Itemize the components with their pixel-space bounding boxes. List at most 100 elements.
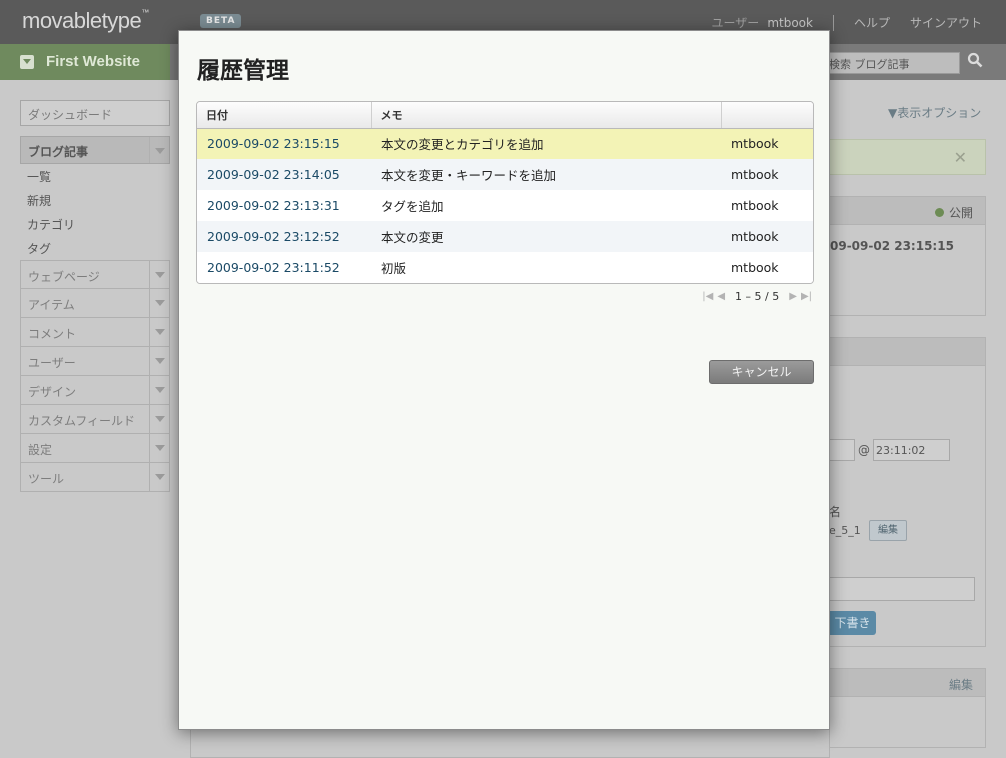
chevron-down-icon[interactable] bbox=[149, 434, 169, 462]
sidebar-item-label: アイテム bbox=[28, 298, 75, 312]
table-row[interactable]: 2009-09-02 23:12:52 本文の変更 mtbook bbox=[197, 221, 813, 252]
publish-panel: 公開 09-09-02 23:15:15 bbox=[829, 196, 986, 316]
column-header-date[interactable]: 日付 bbox=[197, 102, 372, 129]
sidebar-item-label: 設定 bbox=[28, 443, 53, 457]
close-icon[interactable]: ✕ bbox=[954, 148, 967, 167]
status-badge: 公開 bbox=[934, 204, 973, 221]
sidebar-dashboard[interactable]: ダッシュボード bbox=[20, 100, 170, 126]
table-row[interactable]: 2009-09-02 23:15:15 本文の変更とカテゴリを追加 mtbook bbox=[197, 128, 813, 159]
user-name-link[interactable]: mtbook bbox=[767, 16, 813, 30]
chevron-down-icon[interactable] bbox=[149, 261, 169, 288]
sidebar-item-label: ウェブページ bbox=[28, 270, 100, 284]
column-header-user bbox=[721, 102, 813, 129]
sidebar-item-webpage[interactable]: ウェブページ bbox=[20, 260, 170, 289]
sidebar-group-entries[interactable]: ブログ記事 bbox=[20, 136, 170, 164]
revision-date-link[interactable]: 2009-09-02 23:15:15 bbox=[197, 128, 371, 159]
last-page-icon[interactable]: ▶| bbox=[801, 291, 812, 302]
basename-label: 名 bbox=[829, 505, 842, 519]
sidebar: ダッシュボード ブログ記事 一覧 新規 カテゴリ タグ ウェブページ アイテム … bbox=[20, 100, 170, 492]
sidebar-item-label: ツール bbox=[28, 472, 65, 486]
display-options-link[interactable]: ▼表示オプション bbox=[888, 104, 981, 121]
help-link[interactable]: ヘルプ bbox=[854, 14, 890, 31]
table-header-row: 日付 メモ bbox=[197, 102, 813, 129]
sidebar-item-design[interactable]: デザイン bbox=[20, 376, 170, 405]
panel-header bbox=[830, 338, 985, 366]
sidebar-item-customfield[interactable]: カスタムフィールド bbox=[20, 405, 170, 434]
chevron-down-icon[interactable] bbox=[149, 463, 169, 491]
revision-user: mtbook bbox=[721, 159, 813, 190]
divider bbox=[832, 14, 834, 31]
revision-memo: 本文を変更・キーワードを追加 bbox=[371, 159, 721, 190]
search-input[interactable]: 検索 ブログ記事 bbox=[824, 52, 960, 74]
revision-date-link[interactable]: 2009-09-02 23:13:31 bbox=[197, 190, 371, 221]
sidebar-item-label: デザイン bbox=[28, 385, 77, 399]
beta-badge: BETA bbox=[200, 14, 242, 28]
sidebar-group-label: ブログ記事 bbox=[28, 145, 89, 159]
revision-history-dialog: 履歴管理 日付 メモ 2009-09-02 23:15:15 本文の変更とカテゴ… bbox=[178, 30, 830, 730]
dialog-title: 履歴管理 bbox=[197, 58, 289, 84]
pagination-range: 1 – 5 / 5 bbox=[735, 290, 780, 303]
search-icon[interactable] bbox=[962, 51, 988, 75]
sidebar-items: ウェブページ アイテム コメント ユーザー デザイン カスタムフィールド 設定 … bbox=[20, 260, 170, 492]
category-panel: 編集 bbox=[829, 668, 986, 748]
website-selector[interactable]: First Website bbox=[0, 44, 170, 80]
table-row[interactable]: 2009-09-02 23:11:52 初版 mtbook bbox=[197, 252, 813, 283]
sidebar-item-comment[interactable]: コメント bbox=[20, 318, 170, 347]
sidebar-item-label: カスタムフィールド bbox=[28, 414, 136, 428]
text-field[interactable] bbox=[829, 577, 975, 601]
chevron-down-icon[interactable] bbox=[149, 347, 169, 375]
chevron-down-icon[interactable] bbox=[149, 318, 169, 346]
revision-memo: 本文の変更とカテゴリを追加 bbox=[371, 128, 721, 159]
sidebar-item-user[interactable]: ユーザー bbox=[20, 347, 170, 376]
logo-tm: ™ bbox=[141, 8, 149, 17]
date-field[interactable] bbox=[829, 439, 855, 461]
signout-link[interactable]: サインアウト bbox=[910, 14, 982, 31]
sidebar-item-settings[interactable]: 設定 bbox=[20, 434, 170, 463]
sidebar-subitem-category[interactable]: カテゴリ bbox=[20, 212, 170, 236]
chevron-down-icon[interactable] bbox=[149, 289, 169, 317]
prev-page-icon[interactable]: ◀ bbox=[717, 291, 725, 302]
revision-memo: 初版 bbox=[371, 252, 721, 283]
sidebar-item-label: コメント bbox=[28, 327, 77, 341]
panel-header: 公開 bbox=[830, 197, 985, 225]
next-page-icon[interactable]: ▶ bbox=[789, 291, 797, 302]
cancel-button[interactable]: キャンセル bbox=[709, 360, 814, 384]
revision-date-link[interactable]: 2009-09-02 23:11:52 bbox=[197, 252, 371, 283]
chevron-down-icon[interactable] bbox=[149, 405, 169, 433]
main-content-edge bbox=[190, 728, 830, 758]
logo-text: movabletype bbox=[22, 8, 142, 33]
message-bar: ✕ bbox=[829, 139, 986, 175]
revision-user: mtbook bbox=[721, 221, 813, 252]
user-label: ユーザー bbox=[711, 16, 760, 30]
chevron-down-icon[interactable] bbox=[149, 376, 169, 404]
table-row[interactable]: 2009-09-02 23:14:05 本文を変更・キーワードを追加 mtboo… bbox=[197, 159, 813, 190]
sidebar-item-tools[interactable]: ツール bbox=[20, 463, 170, 492]
table-row[interactable]: 2009-09-02 23:13:31 タグを追加 mtbook bbox=[197, 190, 813, 221]
sidebar-subitem-new[interactable]: 新規 bbox=[20, 188, 170, 212]
column-header-memo[interactable]: メモ bbox=[371, 102, 722, 129]
user-info: ユーザー mtbook bbox=[712, 14, 813, 31]
basename-edit-button[interactable]: 編集 bbox=[869, 520, 907, 541]
first-page-icon[interactable]: |◀ bbox=[702, 291, 713, 302]
basename-value: e_5_1 bbox=[829, 524, 861, 537]
revision-memo: 本文の変更 bbox=[371, 221, 721, 252]
draft-button[interactable]: 下書き bbox=[829, 611, 876, 635]
edit-link[interactable]: 編集 bbox=[949, 676, 973, 693]
dropdown-icon[interactable] bbox=[20, 55, 34, 69]
sidebar-item-asset[interactable]: アイテム bbox=[20, 289, 170, 318]
revision-date-link[interactable]: 2009-09-02 23:14:05 bbox=[197, 159, 371, 190]
chevron-down-icon[interactable] bbox=[149, 137, 169, 163]
check-icon bbox=[934, 208, 944, 217]
revision-user: mtbook bbox=[721, 128, 813, 159]
at-label: @ bbox=[858, 443, 870, 457]
sidebar-subitem-list[interactable]: 一覧 bbox=[20, 164, 170, 188]
status-label: 公開 bbox=[948, 206, 973, 220]
revision-table: 日付 メモ 2009-09-02 23:15:15 本文の変更とカテゴリを追加 … bbox=[196, 101, 814, 284]
time-field[interactable]: 23:11:02 bbox=[873, 439, 950, 461]
sidebar-subitem-tag[interactable]: タグ bbox=[20, 236, 170, 260]
revision-user: mtbook bbox=[721, 190, 813, 221]
sidebar-item-label: ユーザー bbox=[28, 356, 76, 370]
movabletype-logo[interactable]: movabletype™ bbox=[22, 8, 149, 34]
revision-date-link[interactable]: 2009-09-02 23:12:52 bbox=[197, 221, 371, 252]
revision-user: mtbook bbox=[721, 252, 813, 283]
